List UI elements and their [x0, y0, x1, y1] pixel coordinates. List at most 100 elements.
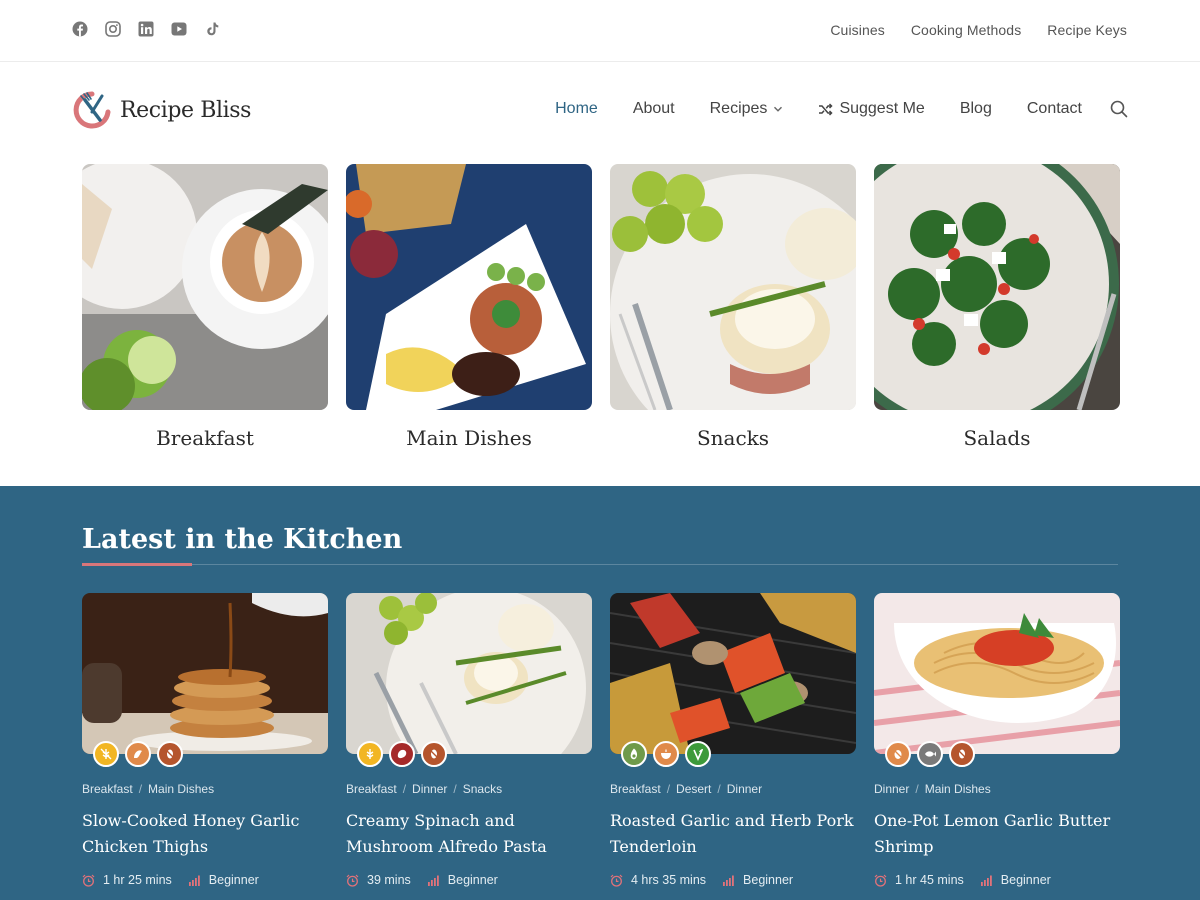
- category-link[interactable]: Main Dishes: [925, 782, 991, 796]
- recipe-categories: Breakfast / Desert / Dinner: [610, 782, 856, 796]
- shuffle-icon: [819, 102, 833, 116]
- latest-section: Latest in the Kitchen Breakfast / Main D…: [0, 486, 1200, 900]
- separator: /: [666, 782, 671, 796]
- nav-suggest-me[interactable]: Suggest Me: [818, 100, 925, 118]
- category-link[interactable]: Main Dishes: [148, 782, 214, 796]
- recipe-categories: Breakfast / Dinner / Snacks: [346, 782, 592, 796]
- linkedin-icon[interactable]: [138, 21, 154, 37]
- nav-recipes[interactable]: Recipes: [710, 100, 784, 118]
- difficulty-bars-icon: [980, 875, 992, 886]
- category-name-main-dishes[interactable]: Main Dishes: [346, 426, 592, 450]
- grain-icon: [357, 741, 383, 767]
- avocado-icon: [621, 741, 647, 767]
- separator: /: [915, 782, 919, 796]
- category-image-main-dishes[interactable]: [346, 164, 592, 410]
- category-name-breakfast[interactable]: Breakfast: [82, 426, 328, 450]
- category-link[interactable]: Dinner: [412, 782, 447, 796]
- recipe-meta: 1 hr 25 mins Beginner: [82, 873, 328, 887]
- nav-contact-label: Contact: [1026, 100, 1082, 117]
- separator: /: [453, 782, 457, 796]
- category-link[interactable]: Dinner: [874, 782, 909, 796]
- alarm-clock-icon: [874, 874, 887, 887]
- top-link-cuisines[interactable]: Cuisines: [830, 22, 885, 38]
- recipe-title[interactable]: Roasted Garlic and Herb Pork Tenderloin: [610, 808, 856, 860]
- logo[interactable]: Recipe Bliss: [72, 90, 251, 130]
- category-card-snacks[interactable]: Snacks: [610, 164, 856, 450]
- category-card-breakfast[interactable]: Breakfast: [82, 164, 328, 450]
- category-card-salads[interactable]: Salads: [874, 164, 1120, 450]
- nav-contact[interactable]: Contact: [1027, 100, 1082, 118]
- nav-about[interactable]: About: [633, 100, 675, 118]
- instagram-icon[interactable]: [105, 21, 121, 37]
- recipe-image-grilled-vegetables[interactable]: [610, 593, 856, 754]
- logo-mark-icon: [73, 91, 111, 129]
- category-name-salads[interactable]: Salads: [874, 426, 1120, 450]
- cook-time: 39 mins: [367, 873, 411, 887]
- category-link[interactable]: Snacks: [463, 782, 502, 796]
- category-link[interactable]: Desert: [676, 782, 711, 796]
- recipe-card[interactable]: Breakfast / Main Dishes Slow-Cooked Hone…: [82, 593, 328, 887]
- cook-time: 1 hr 25 mins: [103, 873, 172, 887]
- tiktok-icon[interactable]: [204, 21, 220, 37]
- separator: /: [717, 782, 721, 796]
- section-title: Latest in the Kitchen: [82, 524, 403, 555]
- category-link[interactable]: Breakfast: [346, 782, 397, 796]
- logo-text: Recipe Bliss: [120, 97, 252, 123]
- difficulty-bars-icon: [427, 875, 439, 886]
- social-links: [72, 21, 220, 37]
- cook-time: 1 hr 45 mins: [895, 873, 964, 887]
- top-nav: Cuisines Cooking Methods Recipe Keys: [830, 22, 1127, 38]
- category-name-snacks[interactable]: Snacks: [610, 426, 856, 450]
- recipe-title[interactable]: Slow-Cooked Honey Garlic Chicken Thighs: [82, 808, 328, 860]
- meat-icon: [389, 741, 415, 767]
- difficulty: Beginner: [188, 873, 259, 887]
- nav-home-label: Home: [555, 100, 598, 117]
- poultry-icon: [125, 741, 151, 767]
- recipe-meta: 1 hr 45 mins Beginner: [874, 873, 1120, 887]
- diet-badges: [357, 741, 447, 767]
- category-image-snacks[interactable]: [610, 164, 856, 410]
- top-link-cooking-methods[interactable]: Cooking Methods: [911, 22, 1021, 38]
- fish-icon: [917, 741, 943, 767]
- recipe-meta: 39 mins Beginner: [346, 873, 592, 887]
- youtube-icon[interactable]: [171, 21, 187, 37]
- nav-home[interactable]: Home: [555, 100, 598, 118]
- recipe-title[interactable]: Creamy Spinach and Mushroom Alfredo Past…: [346, 808, 592, 860]
- diet-badges: [93, 741, 183, 767]
- section-divider: [82, 564, 1118, 565]
- nav-blog-label: Blog: [959, 100, 992, 117]
- difficulty: Beginner: [722, 873, 793, 887]
- diet-badges: [885, 741, 975, 767]
- search-icon[interactable]: [1110, 100, 1128, 118]
- recipe-image-eggs-benedict[interactable]: [346, 593, 592, 754]
- recipe-card[interactable]: Breakfast / Dinner / Snacks Creamy Spina…: [346, 593, 592, 887]
- top-link-recipe-keys[interactable]: Recipe Keys: [1047, 22, 1127, 38]
- section-title-accent: [82, 563, 192, 566]
- recipe-image-pancakes[interactable]: [82, 593, 328, 754]
- category-link[interactable]: Breakfast: [610, 782, 661, 796]
- category-image-salads[interactable]: [874, 164, 1120, 410]
- category-link[interactable]: Dinner: [727, 782, 762, 796]
- separator: /: [402, 782, 407, 796]
- difficulty-label: Beginner: [743, 873, 794, 887]
- difficulty-label: Beginner: [1000, 873, 1051, 887]
- difficulty: Beginner: [427, 873, 498, 887]
- bowl-icon: [653, 741, 679, 767]
- recipe-title[interactable]: One-Pot Lemon Garlic Butter Shrimp: [874, 808, 1120, 860]
- chevron-down-icon: [774, 106, 783, 112]
- alarm-clock-icon: [346, 874, 359, 887]
- recipe-card[interactable]: Dinner / Main Dishes One-Pot Lemon Garli…: [874, 593, 1120, 887]
- recipe-card[interactable]: Breakfast / Desert / Dinner Roasted Garl…: [610, 593, 856, 887]
- category-image-breakfast[interactable]: [82, 164, 328, 410]
- difficulty-label: Beginner: [208, 873, 259, 887]
- recipe-image-spaghetti[interactable]: [874, 593, 1120, 754]
- nav-suggest-me-label: Suggest Me: [839, 100, 925, 117]
- diet-badges: [621, 741, 711, 767]
- nav-blog[interactable]: Blog: [960, 100, 992, 118]
- facebook-icon[interactable]: [72, 21, 88, 37]
- nut-free-icon: [157, 741, 183, 767]
- category-card-main-dishes[interactable]: Main Dishes: [346, 164, 592, 450]
- recipe-categories: Dinner / Main Dishes: [874, 782, 1120, 796]
- category-link[interactable]: Breakfast: [82, 782, 133, 796]
- separator: /: [138, 782, 143, 796]
